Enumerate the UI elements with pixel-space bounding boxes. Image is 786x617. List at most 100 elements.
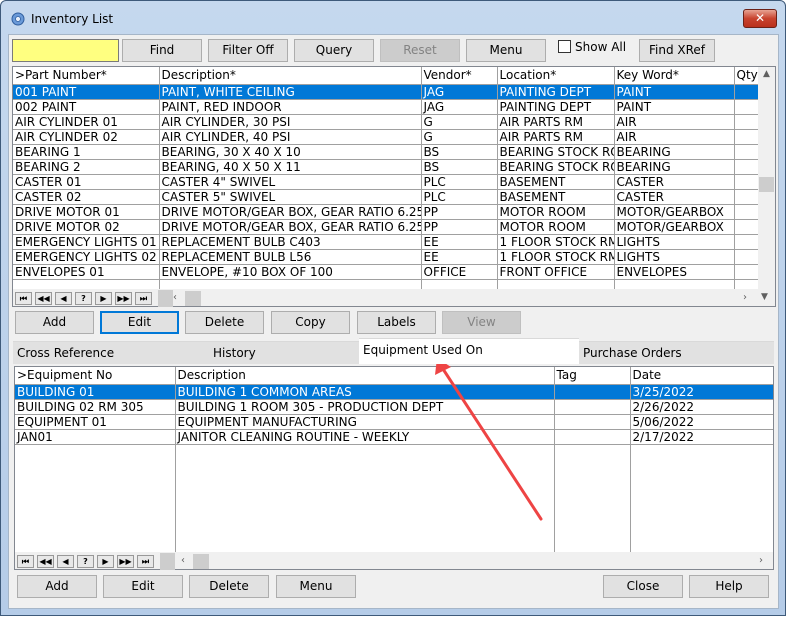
table-cell — [421, 279, 498, 289]
find-xref-button[interactable]: Find XRef — [639, 39, 715, 62]
page-forward-icon[interactable]: ▶▶ — [115, 292, 132, 305]
table-cell: AIR CYLINDER 01 — [13, 114, 160, 130]
table-cell: PAINT — [614, 84, 735, 100]
table-row[interactable]: ENVELOPES 01 ENVELOPE, #10 BOX OF 100 OFFI… — [13, 264, 758, 280]
record-help-icon[interactable]: ? — [75, 292, 92, 305]
equipment-horizontal-scrollbar[interactable]: ⏮ ◀◀ ◀? ▶ ▶▶ ⏭ ‹ › — [15, 552, 773, 570]
edit-part-button[interactable]: Edit — [100, 311, 179, 334]
table-cell: MOTOR/GEARBOX — [614, 219, 735, 235]
table-cell: MOTOR/GEARBOX — [614, 204, 735, 220]
parts-horizontal-scrollbar[interactable]: ⏮ ◀◀ ◀? ▶ ▶▶ ⏭ ‹ › ▼ — [13, 289, 775, 307]
add-part-button[interactable]: Add — [15, 311, 94, 334]
table-cell — [734, 174, 758, 190]
menu-equipment-button[interactable]: Menu — [276, 575, 356, 598]
column-header: >Part Number* — [13, 67, 160, 85]
record-help-icon[interactable]: ? — [77, 555, 94, 568]
tab-history[interactable]: History — [209, 341, 359, 364]
title-bar[interactable]: Inventory List ✕ — [1, 1, 785, 35]
reset-button[interactable]: Reset — [380, 39, 460, 62]
equipment-grid[interactable]: >Equipment No Description Tag Date BUILDING… — [14, 366, 774, 570]
table-row[interactable]: CASTER 01 CASTER 4" SWIVEL PLC BASEMENT CAST… — [13, 174, 758, 190]
help-button[interactable]: Help — [689, 575, 769, 598]
table-row[interactable]: DRIVE MOTOR 01 DRIVE MOTOR/GEAR BOX, GEAR… — [13, 204, 758, 220]
scroll-right-icon[interactable]: › — [743, 292, 753, 303]
table-row[interactable]: AIR CYLINDER 02 AIR CYLINDER, 40 PSI G AIR … — [13, 129, 758, 145]
delete-part-button[interactable]: Delete — [185, 311, 264, 334]
last-record-icon[interactable]: ⏭ — [137, 555, 154, 568]
scroll-left-icon[interactable]: ‹ — [181, 555, 191, 566]
query-button[interactable]: Query — [294, 39, 374, 62]
filter-off-button[interactable]: Filter Off — [208, 39, 288, 62]
scroll-down-icon[interactable]: ▼ — [761, 292, 773, 302]
parts-grid[interactable]: >Part Number* Description* Vendor* Location… — [12, 66, 776, 307]
column-header: Tag — [554, 367, 631, 385]
h-scroll-thumb[interactable] — [193, 554, 209, 569]
table-cell: BUILDING 01 — [15, 384, 176, 400]
find-button[interactable]: Find — [122, 39, 202, 62]
table-row[interactable]: EMERGENCY LIGHTS 01 REPLACEMENT BULB C403… — [13, 234, 758, 250]
table-cell: EQUIPMENT MANUFACTURING — [175, 414, 555, 430]
table-row[interactable]: 002 PAINT PAINT, RED INDOOR JAG PAINTING DE… — [13, 99, 758, 115]
table-cell: ENVELOPES — [614, 264, 735, 280]
page-back-icon[interactable]: ◀◀ — [35, 292, 52, 305]
menu-button[interactable]: Menu — [466, 39, 546, 62]
table-row[interactable]: EQUIPMENT 01 EQUIPMENT MANUFACTURING 5/06/… — [15, 414, 773, 430]
first-record-icon[interactable]: ⏮ — [15, 292, 32, 305]
window-close-button[interactable]: ✕ — [743, 9, 777, 28]
table-cell: EE — [421, 249, 498, 265]
next-record-icon[interactable]: ▶ — [97, 555, 114, 568]
show-all-checkbox[interactable]: Show All — [558, 40, 626, 58]
prev-record-icon[interactable]: ◀ — [57, 555, 74, 568]
next-record-icon[interactable]: ▶ — [95, 292, 112, 305]
table-cell: AIR — [614, 129, 735, 145]
client-area: Find Filter Off Query Reset Menu Show Al… — [8, 34, 779, 609]
scroll-up-icon[interactable]: ▲ — [758, 69, 775, 79]
table-row[interactable]: JAN01 JANITOR CLEANING ROUTINE - WEEKLY 2/… — [15, 429, 773, 445]
table-row[interactable]: DRIVE MOTOR 02 DRIVE MOTOR/GEAR BOX, GEAR… — [13, 219, 758, 235]
labels-button[interactable]: Labels — [357, 311, 436, 334]
table-row[interactable]: 001 PAINT PAINT, WHITE CEILING JAG PAINTING… — [13, 84, 758, 100]
first-record-icon[interactable]: ⏮ — [17, 555, 34, 568]
table-row[interactable]: BUILDING 02 RM 305 BUILDING 1 ROOM 305 - … — [15, 399, 773, 415]
copy-part-button[interactable]: Copy — [271, 311, 350, 334]
show-all-label: Show All — [575, 40, 627, 54]
table-row[interactable]: EMERGENCY LIGHTS 02 REPLACEMENT BULB L56 E… — [13, 249, 758, 265]
last-record-icon[interactable]: ⏭ — [135, 292, 152, 305]
add-equipment-button[interactable]: Add — [17, 575, 97, 598]
table-cell — [734, 219, 758, 235]
find-input[interactable] — [12, 39, 119, 62]
copy-label: Copy — [295, 315, 326, 329]
table-cell: PAINTING DEPT — [497, 99, 615, 115]
tab-equipment-used-on[interactable]: Equipment Used On — [359, 338, 579, 364]
h-scroll-thumb[interactable] — [185, 291, 201, 306]
edit-equipment-button[interactable]: Edit — [103, 575, 183, 598]
table-cell — [159, 279, 422, 289]
tab-cross-reference[interactable]: Cross Reference — [13, 341, 209, 364]
table-cell: AIR PARTS RM — [497, 129, 615, 145]
table-row[interactable]: CASTER 02 CASTER 5" SWIVEL PLC BASEMENT CAST… — [13, 189, 758, 205]
find-label: Find — [149, 43, 175, 57]
delete-equipment-button[interactable]: Delete — [189, 575, 269, 598]
table-cell: CASTER 02 — [13, 189, 160, 205]
page-back-icon[interactable]: ◀◀ — [37, 555, 54, 568]
table-row[interactable]: BEARING 2 BEARING, 40 X 50 X 11 BS BEARING … — [13, 159, 758, 175]
view-button[interactable]: View — [442, 311, 521, 334]
scroll-left-icon[interactable]: ‹ — [173, 292, 183, 303]
table-cell: MOTOR ROOM — [497, 204, 615, 220]
table-cell: 1 FLOOR STOCK RM — [497, 249, 615, 265]
table-cell: BUILDING 1 ROOM 305 - PRODUCTION DEPT — [175, 399, 555, 415]
table-row[interactable]: AIR CYLINDER 01 AIR CYLINDER, 30 PSI G AIR … — [13, 114, 758, 130]
checkbox-box[interactable] — [558, 40, 571, 53]
close-button[interactable]: Close — [603, 575, 683, 598]
prev-record-icon[interactable]: ◀ — [55, 292, 72, 305]
parts-vertical-scrollbar[interactable]: ▲ — [758, 67, 775, 289]
table-cell: CASTER — [614, 174, 735, 190]
table-row[interactable]: BUILDING 01 BUILDING 1 COMMON AREAS 3/25/2… — [15, 384, 773, 400]
tab-purchase-orders[interactable]: Purchase Orders — [579, 341, 774, 364]
scroll-right-icon[interactable]: › — [759, 555, 769, 566]
page-forward-icon[interactable]: ▶▶ — [117, 555, 134, 568]
table-cell — [15, 444, 176, 552]
table-row[interactable]: BEARING 1 BEARING, 30 X 40 X 10 BS BEARING … — [13, 144, 758, 160]
column-header: Date — [630, 367, 773, 385]
scroll-thumb[interactable] — [759, 177, 774, 192]
